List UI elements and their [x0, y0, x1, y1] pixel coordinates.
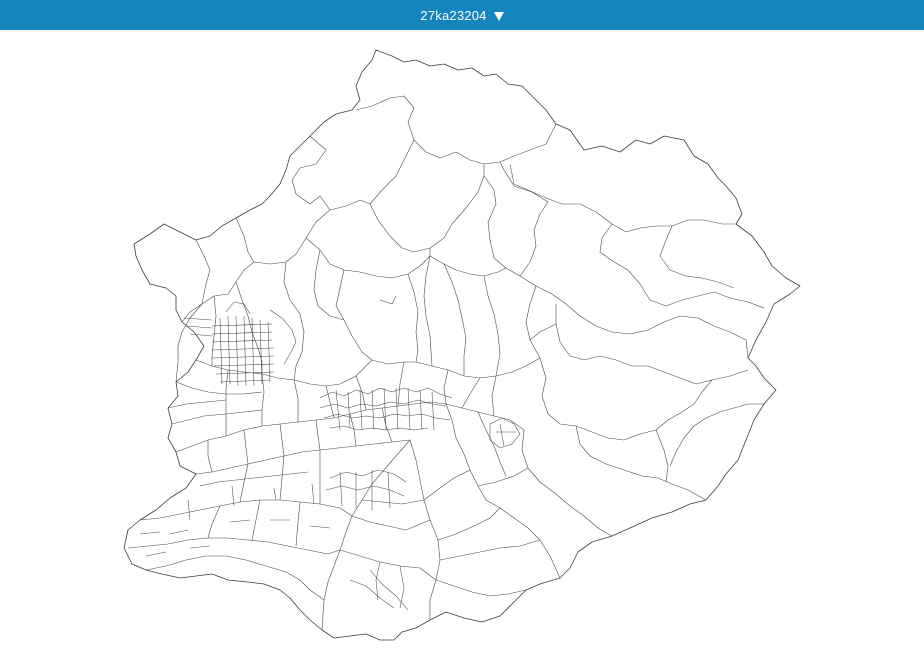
caret-down-icon[interactable]: [493, 11, 504, 21]
boundary-map-svg[interactable]: [0, 30, 924, 660]
area-code-title: 27ka23204: [420, 7, 487, 23]
region-outline: [123, 49, 801, 641]
boundary-map[interactable]: [0, 30, 924, 660]
area-selector-dropdown[interactable]: 27ka23204: [0, 0, 924, 30]
